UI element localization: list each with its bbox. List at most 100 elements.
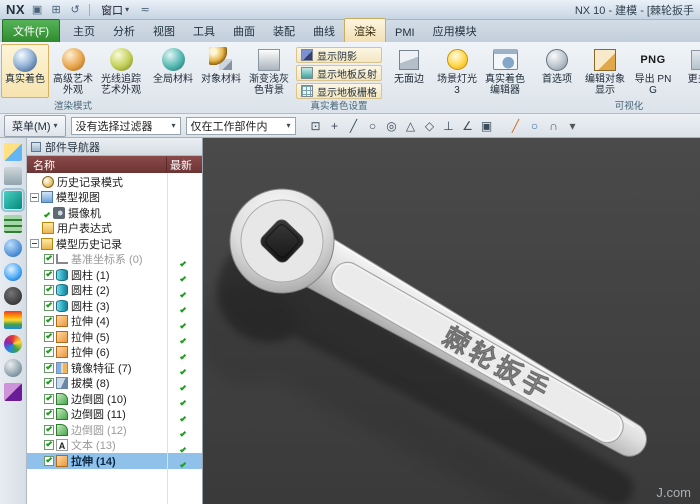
menu-button-label: 菜单(M) xyxy=(12,120,51,133)
undo-icon[interactable]: ↺ xyxy=(68,3,82,16)
tree-row[interactable]: 历史记录模式 xyxy=(27,174,202,190)
shading-toggle-button[interactable]: 显示地板反射 xyxy=(296,65,382,81)
ribbon-tab[interactable]: 主页 xyxy=(64,19,104,42)
object-material-button[interactable]: 对象材料 xyxy=(197,44,245,98)
true-shading-editor-button[interactable]: 真实着色编辑器 xyxy=(481,44,529,98)
color-wheel-icon[interactable] xyxy=(4,335,22,353)
assembly-navigator-icon[interactable] xyxy=(4,143,22,161)
checkbox-icon[interactable] xyxy=(44,424,54,435)
tree-row[interactable]: 拉伸 (14) xyxy=(27,453,202,469)
snap-point-icon[interactable]: △ xyxy=(402,117,420,135)
tree-row[interactable]: 基准坐标系 (0) xyxy=(27,252,202,268)
checkbox-icon[interactable] xyxy=(44,331,54,342)
true-shading-button[interactable]: 真实着色 xyxy=(1,44,49,98)
snap-point-icon[interactable]: ∠ xyxy=(459,117,477,135)
ribbon-tab[interactable]: 装配 xyxy=(264,19,304,42)
reuse-library-icon[interactable] xyxy=(4,215,22,233)
checkbox-icon[interactable] xyxy=(44,300,54,311)
checkbox-icon[interactable] xyxy=(44,393,54,404)
window-menu-button[interactable]: 窗口 ▾ xyxy=(97,1,133,19)
checkbox-icon[interactable] xyxy=(44,409,54,420)
tree-row[interactable]: A 文本 (13) xyxy=(27,438,202,454)
tree-row[interactable]: 模型视图 xyxy=(27,190,202,206)
curve-tool-icon[interactable]: ∩ xyxy=(545,117,563,135)
scene-lights-button[interactable]: 场景灯光 3 xyxy=(433,44,481,98)
global-material-button[interactable]: 全局材料 xyxy=(149,44,197,98)
checkbox-icon[interactable] xyxy=(44,362,54,373)
checkbox-icon[interactable] xyxy=(44,316,54,327)
roles-icon[interactable] xyxy=(4,359,22,377)
curve-tool-icon[interactable]: ○ xyxy=(526,117,544,135)
checkbox-icon[interactable] xyxy=(44,455,54,466)
snap-point-icon[interactable]: + xyxy=(326,117,344,135)
customize-quick-access-icon[interactable]: ≂ xyxy=(138,3,152,16)
tree-row[interactable]: 圆柱 (2) xyxy=(27,283,202,299)
snap-point-icon[interactable]: ⊥ xyxy=(440,117,458,135)
tree-row[interactable]: 拉伸 (4) xyxy=(27,314,202,330)
selection-scope-select[interactable]: 仅在工作部件内 ▾ xyxy=(185,116,296,135)
gradient-background-button[interactable]: 渐变浅灰色背景 xyxy=(245,44,293,98)
snap-point-icon[interactable]: ◇ xyxy=(421,117,439,135)
snap-point-icon[interactable]: ◎ xyxy=(383,117,401,135)
collapse-icon[interactable] xyxy=(30,239,39,249)
snap-point-icon[interactable]: ○ xyxy=(364,117,382,135)
graphics-viewport[interactable]: 棘轮扳手 J.com xyxy=(203,138,700,504)
tree-row[interactable]: 边倒圆 (12) xyxy=(27,422,202,438)
checkbox-icon[interactable] xyxy=(44,285,54,296)
constraint-navigator-icon[interactable] xyxy=(4,167,22,185)
checkbox-icon[interactable] xyxy=(44,254,54,265)
column-name[interactable]: 名称 xyxy=(27,157,166,173)
tree-row[interactable]: 用户表达式 xyxy=(27,221,202,237)
hd3d-tool-icon[interactable] xyxy=(4,239,22,257)
curve-tool-icon[interactable]: ▾ xyxy=(564,117,582,135)
dependencies-icon[interactable] xyxy=(4,383,22,401)
tree-row[interactable]: 拉伸 (5) xyxy=(27,329,202,345)
ribbon-tab[interactable]: 应用模块 xyxy=(424,19,486,42)
collapse-icon[interactable] xyxy=(30,192,39,202)
facet-edges-button[interactable]: 无面边 xyxy=(385,44,433,98)
new-window-icon[interactable]: ⊞ xyxy=(49,3,63,16)
snap-point-icon[interactable]: ╱ xyxy=(345,117,363,135)
save-icon[interactable]: ▣ xyxy=(30,3,44,16)
ribbon-tab[interactable]: 工具 xyxy=(184,19,224,42)
file-menu-button[interactable]: 文件(F) xyxy=(2,19,61,42)
tree-row[interactable]: 模型历史记录 xyxy=(27,236,202,252)
tree-row[interactable]: 拉伸 (6) xyxy=(27,345,202,361)
web-browser-icon[interactable] xyxy=(4,263,22,281)
tree-row[interactable]: 摄像机 xyxy=(27,205,202,221)
process-studio-icon[interactable] xyxy=(4,311,22,329)
raytraced-art-appearance-button[interactable]: 光线追踪艺术外观 xyxy=(97,44,145,98)
export-png-button[interactable]: PNG 导出 PNG xyxy=(629,44,677,98)
ribbon-tab[interactable]: 曲线 xyxy=(304,19,344,42)
tree-row[interactable]: 边倒圆 (11) xyxy=(27,407,202,423)
tree-row[interactable]: 拔模 (8) xyxy=(27,376,202,392)
ribbon-tab[interactable]: PMI xyxy=(386,23,424,42)
checkbox-icon[interactable] xyxy=(44,378,54,389)
shading-toggle-button[interactable]: 显示地板栅格 xyxy=(296,83,382,99)
history-icon[interactable] xyxy=(4,287,22,305)
snap-point-icon[interactable]: ▣ xyxy=(478,117,496,135)
advanced-art-appearance-button[interactable]: 高级艺术外观 xyxy=(49,44,97,98)
checkbox-icon[interactable] xyxy=(44,440,54,451)
column-latest[interactable]: 最新 xyxy=(166,156,202,173)
ribbon-tab[interactable]: 曲面 xyxy=(224,19,264,42)
ribbon-tab[interactable]: 渲染 xyxy=(344,18,387,42)
ribbon-tab[interactable]: 分析 xyxy=(104,19,144,42)
part-navigator-icon[interactable] xyxy=(1,188,25,212)
navigator-column-header[interactable]: 名称 最新 xyxy=(27,156,202,173)
checkbox-icon[interactable] xyxy=(44,269,54,280)
tree-row[interactable]: 圆柱 (1) xyxy=(27,267,202,283)
selection-filter-select[interactable]: 没有选择过滤器 ▾ xyxy=(70,116,181,135)
tree-row[interactable]: 边倒圆 (10) xyxy=(27,391,202,407)
shading-toggle-button[interactable]: 显示阴影 xyxy=(296,47,382,63)
ribbon-tab[interactable]: 视图 xyxy=(144,19,184,42)
tree-row[interactable]: 镜像特征 (7) xyxy=(27,360,202,376)
menu-button[interactable]: 菜单(M) ▾ xyxy=(4,114,66,137)
more-button[interactable]: 更多 ▾ xyxy=(677,44,700,98)
preferences-button[interactable]: 首选项 xyxy=(533,44,581,98)
curve-tool-icon[interactable]: ╱ xyxy=(507,117,525,135)
checkbox-icon[interactable] xyxy=(44,347,54,358)
edit-object-display-button[interactable]: 编辑对象显示 xyxy=(581,44,629,98)
tree-row[interactable]: 圆柱 (3) xyxy=(27,298,202,314)
snap-point-icon[interactable]: ⊡ xyxy=(307,117,325,135)
